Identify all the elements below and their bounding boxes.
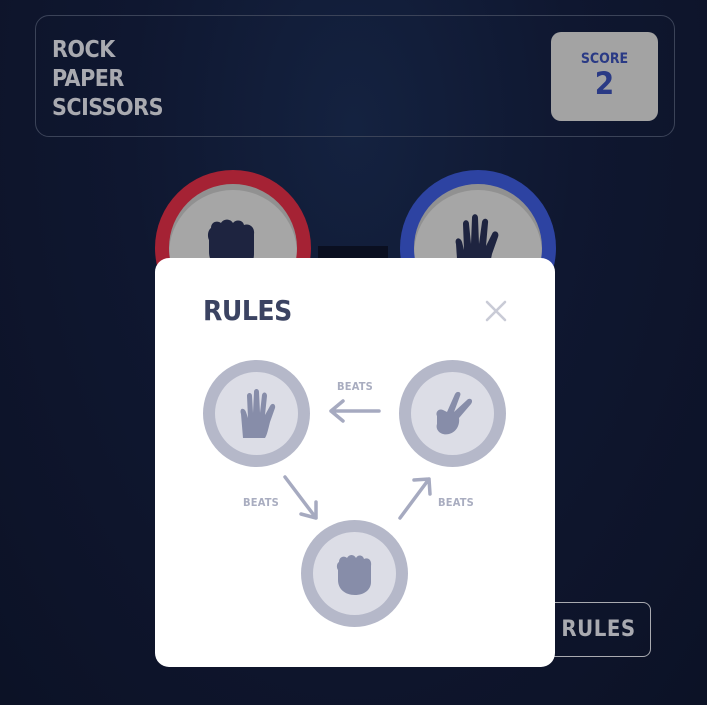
rules-scissors-chip <box>399 360 506 467</box>
title-line-scissors: SCISSORS <box>52 95 163 121</box>
rules-rock-chip <box>301 520 408 627</box>
beats-label: BEATS <box>243 496 279 509</box>
arrow-down-right <box>283 475 318 520</box>
score-box: SCORE 2 <box>551 32 658 121</box>
rock-icon <box>336 555 372 595</box>
paper-icon <box>240 389 276 438</box>
arrow-up-right <box>398 477 432 520</box>
title-line-paper: PAPER <box>52 66 124 92</box>
title-line-rock: ROCK <box>52 37 115 63</box>
beats-label: BEATS <box>438 496 474 509</box>
arrow-left <box>329 399 381 423</box>
scissors-icon <box>436 391 473 435</box>
rules-modal: RULES BEATS BEATS BEATS <box>155 258 555 667</box>
header: ROCK PAPER SCISSORS SCORE 2 <box>35 15 675 137</box>
score-value: 2 <box>594 66 615 102</box>
score-label: SCORE <box>580 51 629 67</box>
game-title: ROCK PAPER SCISSORS <box>52 36 163 123</box>
rules-paper-chip <box>203 360 310 467</box>
beats-label: BEATS <box>337 380 373 393</box>
